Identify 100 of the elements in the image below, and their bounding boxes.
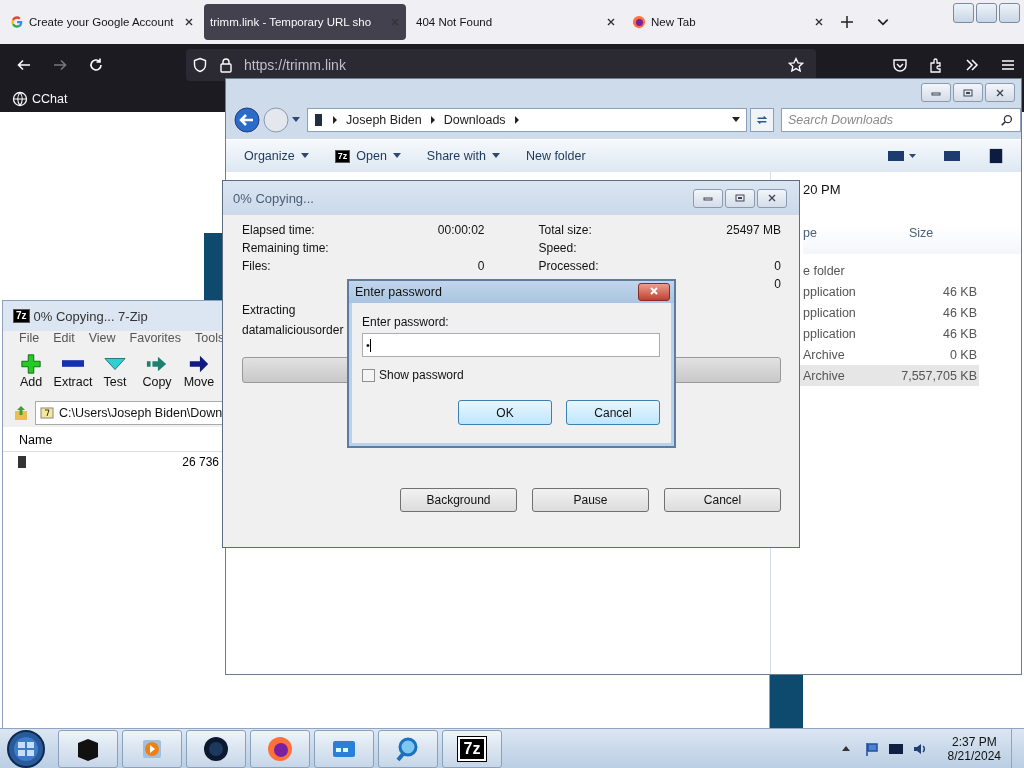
stat-value: 0	[477, 259, 485, 275]
close-icon[interactable]	[606, 17, 616, 27]
checkbox[interactable]	[362, 368, 375, 382]
pocket-icon[interactable]	[892, 57, 908, 73]
caret-icon[interactable]	[392, 153, 401, 159]
window-controls[interactable]	[953, 3, 1020, 23]
toolbar-button[interactable]: Copy	[139, 353, 175, 399]
dialog-button[interactable]: Pause	[532, 488, 649, 512]
window-title: Enter password	[355, 285, 442, 299]
file-name: datamaliciousorder	[242, 323, 344, 339]
file-size: 26 736	[182, 455, 219, 469]
browser-tab[interactable]: New Tab	[626, 4, 830, 40]
maximize-button[interactable]	[725, 188, 755, 208]
menu-item[interactable]: Edit	[53, 331, 75, 349]
bookmark[interactable]: CChat	[12, 91, 68, 107]
firefox-icon	[266, 735, 294, 763]
flag-icon[interactable]	[863, 741, 880, 757]
toolbar-button[interactable]: Share with	[426, 149, 500, 163]
column-header[interactable]: pe	[803, 226, 909, 254]
caret-icon[interactable]	[300, 153, 309, 159]
stat-label: Remaining time:	[242, 241, 329, 257]
dialog-button[interactable]: Background	[400, 488, 517, 512]
caret-icon[interactable]	[732, 117, 740, 123]
tab-title: 404 Not Found	[416, 16, 494, 28]
toolbar-button[interactable]: Organize	[244, 149, 309, 163]
extensions-icon[interactable]	[928, 57, 944, 73]
stat-value: 0	[774, 259, 781, 275]
chevron-right-icon[interactable]	[429, 116, 436, 124]
taskbar-app[interactable]: 7z	[442, 730, 502, 768]
menu-icon[interactable]	[1000, 57, 1016, 73]
browser-tab[interactable]: 404 Not Found	[410, 4, 622, 40]
tab-title: New Tab	[651, 16, 697, 28]
checkbox-label: Show password	[379, 368, 464, 382]
clock-time[interactable]: 2:37 PM	[951, 735, 997, 749]
password-field[interactable]: •	[362, 333, 660, 357]
back-button[interactable]	[234, 107, 260, 133]
refresh-icon[interactable]	[750, 108, 774, 132]
view-icon[interactable]	[887, 148, 917, 164]
dialog-button[interactable]: Cancel	[566, 400, 660, 425]
preview-pane-icon[interactable]	[943, 148, 961, 164]
toolbar-button[interactable]: Extract	[55, 353, 91, 399]
speaker-icon[interactable]	[911, 741, 928, 757]
toolbar-button[interactable]: Move	[181, 353, 217, 399]
toolbar-button[interactable]: Test	[97, 353, 133, 399]
stat-value: 0	[774, 277, 781, 293]
caret-icon[interactable]	[491, 153, 500, 159]
minimize-icon	[702, 194, 714, 202]
address-bar[interactable]: Joseph Biden Downloads	[307, 108, 747, 132]
stat-label: Files:	[242, 259, 271, 275]
maximize-button[interactable]	[953, 83, 983, 102]
clock-date[interactable]: 8/21/2024	[947, 749, 1001, 763]
close-button[interactable]	[985, 83, 1015, 102]
close-icon	[649, 286, 659, 296]
reload-icon[interactable]	[88, 57, 104, 73]
chevron-right-icon[interactable]	[513, 116, 520, 124]
close-button[interactable]	[638, 283, 670, 301]
folder-up-icon[interactable]	[13, 405, 29, 421]
taskbar-app[interactable]	[250, 730, 310, 768]
menu-item[interactable]: Favorites	[129, 331, 181, 349]
app-logo: 7z	[334, 149, 351, 163]
column-header[interactable]: Size	[909, 226, 934, 254]
chevron-right-icon[interactable]	[332, 116, 338, 124]
menu-item[interactable]: View	[88, 331, 116, 349]
dialog-button[interactable]: Cancel	[664, 488, 781, 512]
taskbar-app[interactable]	[58, 730, 118, 768]
search-icon[interactable]	[1000, 113, 1014, 127]
browser-tab[interactable]: trimm.link - Temporary URL sho	[204, 4, 406, 40]
column-header[interactable]: Name	[19, 433, 169, 447]
move-icon	[188, 353, 210, 375]
double-chevron-icon[interactable]	[964, 57, 980, 73]
firefox-icon	[632, 15, 646, 29]
window-title: 0% Copying...	[233, 190, 314, 206]
star-icon[interactable]	[788, 57, 804, 73]
close-icon[interactable]	[814, 17, 824, 27]
close-icon[interactable]	[184, 17, 194, 27]
forward-arrow-icon[interactable]	[52, 57, 68, 73]
shield-icon	[192, 57, 208, 73]
minimize-button[interactable]	[693, 188, 723, 208]
tab-title: Create your Google Account	[29, 16, 175, 28]
new-tab-icon[interactable]	[840, 15, 854, 29]
taskbar-app[interactable]	[186, 730, 246, 768]
caret-icon[interactable]	[292, 117, 300, 123]
stat-label: Total size:	[538, 223, 592, 239]
dialog-button[interactable]: OK	[458, 400, 552, 425]
start-button[interactable]	[6, 729, 46, 768]
stat-label: Speed:	[538, 241, 577, 257]
maximize-icon	[734, 194, 746, 202]
search-field[interactable]: Search Downloads	[781, 108, 1021, 132]
toolbar-button[interactable]: 7z Open	[334, 149, 401, 163]
close-icon	[994, 88, 1006, 97]
back-arrow-icon[interactable]	[16, 57, 32, 73]
browser-tab[interactable]: Create your Google Account	[4, 4, 200, 40]
google-icon	[10, 15, 24, 29]
menu-item[interactable]: File	[19, 331, 40, 349]
globe-icon	[12, 91, 28, 107]
address-bar[interactable]: https://trimm.link	[186, 49, 816, 81]
caret-up-icon[interactable]	[841, 746, 850, 752]
toolbar-button[interactable]: Add	[13, 353, 49, 399]
toolbar-button[interactable]: New folder	[525, 149, 586, 163]
minimize-button[interactable]	[921, 83, 951, 102]
